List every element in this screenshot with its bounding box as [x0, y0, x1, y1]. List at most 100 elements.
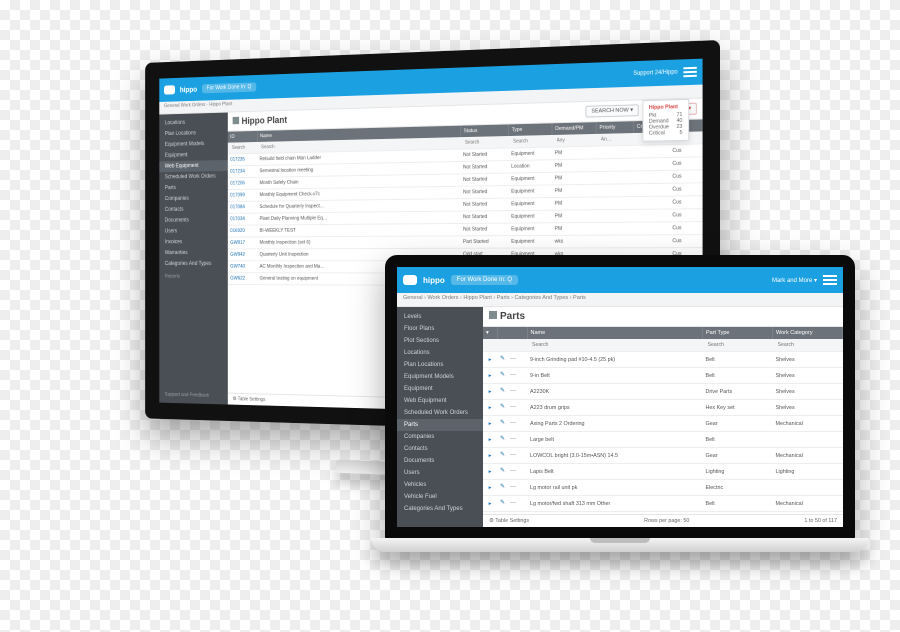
expand-icon[interactable]: ▸: [483, 416, 497, 432]
expand-icon[interactable]: ▸: [483, 464, 497, 480]
edit-icon[interactable]: [500, 451, 508, 459]
edit-icon[interactable]: [500, 403, 508, 411]
expand-icon[interactable]: ▸: [483, 496, 497, 512]
col-header[interactable]: Demand/PM: [552, 122, 596, 135]
search-input[interactable]: [259, 140, 457, 150]
sidebar-item[interactable]: Warranties: [159, 248, 228, 259]
table-row[interactable]: ▸9-in BeltBeltShelves: [483, 368, 843, 384]
sidebar-group[interactable]: Reports: [159, 269, 228, 281]
search-input[interactable]: [599, 136, 631, 143]
table-row[interactable]: ▸LOWCOL bright (3.0-15m•ASN) 14.5GearMec…: [483, 448, 843, 464]
sidebar-item[interactable]: Users: [159, 226, 228, 237]
row-actions[interactable]: [497, 352, 527, 368]
page-nav[interactable]: 1 to 50 of 117: [804, 518, 837, 524]
col-header[interactable]: Priority: [596, 121, 633, 134]
rows-per-page[interactable]: Rows per page: 50: [644, 518, 689, 524]
sidebar-item[interactable]: Vehicle Fuel: [397, 491, 483, 503]
context-pill[interactable]: For Work Done In: Q: [202, 82, 256, 93]
table-settings-button[interactable]: Table Settings: [233, 396, 266, 402]
sidebar-item[interactable]: Vehicles: [397, 479, 483, 491]
wo-id[interactable]: 017234: [228, 165, 257, 177]
table-row[interactable]: ▸Lg motor rail unit pkElectric: [483, 480, 843, 496]
sidebar-item[interactable]: Companies: [159, 193, 228, 205]
sidebar-item[interactable]: Levels: [397, 311, 483, 323]
wo-id[interactable]: 016920: [228, 225, 257, 237]
edit-icon[interactable]: [500, 467, 508, 475]
row-actions[interactable]: [497, 464, 527, 480]
row-actions[interactable]: [497, 448, 527, 464]
wo-id[interactable]: 017235: [228, 153, 257, 165]
context-pill[interactable]: For Work Done In: Q: [451, 275, 518, 285]
edit-icon[interactable]: [500, 435, 508, 443]
sidebar-item[interactable]: Scheduled Work Orders: [397, 407, 483, 419]
wo-id[interactable]: GW622: [228, 273, 257, 285]
table-row[interactable]: ▸A2230KDrive PartsShelves: [483, 384, 843, 400]
sidebar-item[interactable]: Web Equipment: [397, 395, 483, 407]
wo-id[interactable]: 017206: [228, 177, 257, 189]
menu-icon[interactable]: [823, 275, 837, 285]
row-actions[interactable]: [497, 480, 527, 496]
search-input[interactable]: [230, 145, 254, 151]
wo-id[interactable]: 017034: [228, 213, 257, 225]
row-actions[interactable]: [497, 384, 527, 400]
table-row[interactable]: ▸Axing Parts 2 OrderingGearMechanical: [483, 416, 843, 432]
search-dropdown[interactable]: SEARCH NOW ▾: [586, 104, 639, 117]
sidebar-item[interactable]: Plot Sections: [397, 335, 483, 347]
col-header[interactable]: Work Category: [773, 327, 843, 339]
delete-icon[interactable]: [510, 356, 518, 364]
expand-icon[interactable]: ▸: [483, 448, 497, 464]
col-header[interactable]: Name: [527, 327, 703, 339]
collapse-icon[interactable]: [489, 311, 497, 319]
wo-id[interactable]: GW017: [228, 237, 257, 249]
delete-icon[interactable]: [510, 420, 518, 428]
table-row[interactable]: ▸Large beltBelt: [483, 432, 843, 448]
expand-icon[interactable]: ▸: [483, 384, 497, 400]
table-row[interactable]: ▸Lg motor/fwd shaft 313 mm OtherBeltMech…: [483, 496, 843, 512]
sidebar-group[interactable]: Support and Feedback: [159, 387, 228, 401]
table-row[interactable]: ▸A223 drum gripsHex Key setShelves: [483, 400, 843, 416]
col-header[interactable]: Type: [509, 123, 552, 136]
collapse-icon[interactable]: [233, 116, 239, 123]
search-input[interactable]: [706, 342, 770, 348]
delete-icon[interactable]: [510, 468, 518, 476]
wo-id[interactable]: GW942: [228, 249, 257, 261]
search-input[interactable]: [776, 342, 840, 348]
search-input[interactable]: [511, 138, 549, 145]
sidebar-item[interactable]: Companies: [397, 431, 483, 443]
search-input[interactable]: [555, 137, 594, 144]
delete-icon[interactable]: [510, 372, 518, 380]
delete-icon[interactable]: [510, 388, 518, 396]
delete-icon[interactable]: [510, 436, 518, 444]
row-actions[interactable]: [497, 400, 527, 416]
wo-id[interactable]: 017099: [228, 189, 257, 201]
table-settings-button[interactable]: Table Settings: [489, 518, 529, 524]
menu-icon[interactable]: [683, 67, 696, 77]
col-header[interactable]: ID: [228, 131, 257, 143]
col-header[interactable]: Part Type: [703, 327, 773, 339]
user-menu[interactable]: Mark and More ▾: [772, 277, 817, 284]
delete-icon[interactable]: [510, 452, 518, 460]
edit-icon[interactable]: [500, 419, 508, 427]
col-header[interactable]: ▾: [483, 327, 497, 339]
sidebar-item[interactable]: Categories And Types: [397, 503, 483, 515]
sidebar-item[interactable]: Invoices: [159, 237, 228, 248]
wo-id[interactable]: 017084: [228, 201, 257, 213]
sidebar-item[interactable]: Documents: [159, 215, 228, 226]
search-input[interactable]: [463, 139, 506, 146]
wo-id[interactable]: GW740: [228, 261, 257, 273]
sidebar-item[interactable]: Locations: [397, 347, 483, 359]
edit-icon[interactable]: [500, 371, 508, 379]
expand-icon[interactable]: ▸: [483, 480, 497, 496]
sidebar-item[interactable]: Users: [397, 467, 483, 479]
expand-icon[interactable]: ▸: [483, 432, 497, 448]
sidebar-item[interactable]: Contacts: [159, 204, 228, 216]
row-actions[interactable]: [497, 432, 527, 448]
sidebar-item[interactable]: Equipment Models: [397, 371, 483, 383]
edit-icon[interactable]: [500, 355, 508, 363]
row-actions[interactable]: [497, 496, 527, 512]
delete-icon[interactable]: [510, 500, 518, 508]
sidebar-item[interactable]: Parts: [397, 419, 483, 431]
sidebar-item[interactable]: Floor Plans: [397, 323, 483, 335]
expand-icon[interactable]: ▸: [483, 352, 497, 368]
sidebar-item[interactable]: Plan Locations: [397, 359, 483, 371]
